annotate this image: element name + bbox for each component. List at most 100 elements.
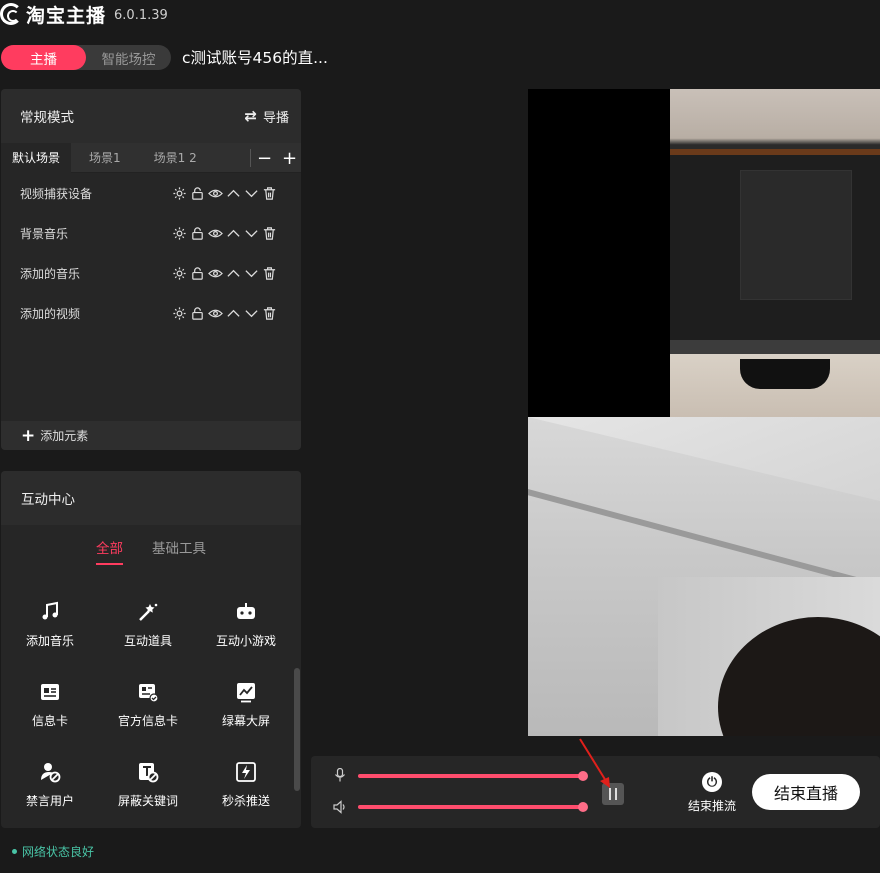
- move-down-icon[interactable]: [244, 226, 259, 241]
- annotation-arrow-icon: [579, 738, 610, 788]
- app-version: 6.0.1.39: [114, 7, 168, 23]
- delete-icon[interactable]: [262, 266, 277, 281]
- source-name: 背景音乐: [20, 226, 69, 241]
- speaker-volume-slider[interactable]: [358, 802, 588, 812]
- tool-label: 信息卡: [31, 714, 68, 728]
- camera-feed-monitor: [670, 89, 880, 417]
- magic-wand-icon: [136, 601, 160, 623]
- source-item[interactable]: 背景音乐: [1, 213, 301, 253]
- network-status: 网络状态良好: [12, 843, 94, 860]
- source-name: 添加的视频: [20, 306, 81, 321]
- add-element-button[interactable]: + 添加元素: [1, 421, 301, 450]
- eye-icon[interactable]: [208, 266, 223, 281]
- tab-basic-tools[interactable]: 基础工具: [152, 525, 206, 565]
- stop-push-button[interactable]: ⏻ 结束推流: [688, 772, 736, 814]
- tab-anchor[interactable]: 主播: [1, 45, 86, 70]
- source-name: 添加的音乐: [20, 266, 81, 281]
- tool-item[interactable]: 秒杀推送: [197, 761, 295, 809]
- move-down-icon[interactable]: [244, 186, 259, 201]
- tool-item[interactable]: 添加音乐: [1, 601, 99, 649]
- move-up-icon[interactable]: [226, 306, 241, 321]
- settings-icon[interactable]: [172, 306, 187, 321]
- move-down-icon[interactable]: [244, 306, 259, 321]
- tool-item[interactable]: 互动道具: [99, 601, 197, 649]
- tools-scrollbar[interactable]: [294, 668, 300, 791]
- tool-item[interactable]: 屏蔽关键词: [99, 761, 197, 809]
- scene-tab-1-2[interactable]: 场景1 2: [132, 143, 208, 173]
- tab-all[interactable]: 全部: [96, 525, 123, 565]
- mic-volume-slider[interactable]: [358, 771, 588, 781]
- mute-user-icon: [38, 761, 62, 783]
- flash-push-icon: [234, 761, 258, 783]
- speaker-volume-knob[interactable]: [578, 802, 588, 812]
- app-logo: 淘宝主播 6.0.1.39: [0, 0, 168, 28]
- tool-label: 官方信息卡: [117, 714, 178, 728]
- lock-icon[interactable]: [190, 226, 205, 241]
- source-item[interactable]: 添加的音乐: [1, 253, 301, 293]
- add-scene-icon[interactable]: +: [282, 143, 297, 173]
- end-live-button[interactable]: 结束直播: [752, 774, 860, 810]
- source-item[interactable]: 视频捕获设备: [1, 173, 301, 213]
- add-element-label: 添加元素: [40, 429, 89, 443]
- move-up-icon[interactable]: [226, 266, 241, 281]
- scene-tab-default[interactable]: 默认场景: [1, 142, 72, 173]
- scene-mode-title: 常规模式: [20, 110, 74, 126]
- speaker-icon[interactable]: [333, 800, 347, 814]
- microphone-icon[interactable]: [333, 768, 347, 782]
- settings-icon[interactable]: [172, 186, 187, 201]
- lock-icon[interactable]: [190, 306, 205, 321]
- tool-label: 屏蔽关键词: [117, 794, 178, 808]
- tool-item[interactable]: 绿幕大屏: [197, 681, 295, 729]
- taobao-live-logo-icon: [0, 3, 22, 25]
- move-up-icon[interactable]: [226, 226, 241, 241]
- tool-item[interactable]: 官方信息卡: [99, 681, 197, 729]
- network-status-label: 网络状态良好: [22, 845, 95, 859]
- eye-icon[interactable]: [208, 186, 223, 201]
- eye-icon[interactable]: [208, 306, 223, 321]
- app-name: 淘宝主播: [26, 4, 107, 27]
- clipped-tool-row: [25, 567, 275, 573]
- tool-label: 禁言用户: [25, 794, 74, 808]
- tool-item[interactable]: 禁言用户: [1, 761, 99, 809]
- interaction-tabs: 全部 基础工具: [1, 525, 301, 565]
- settings-icon[interactable]: [172, 226, 187, 241]
- delete-icon[interactable]: [262, 226, 277, 241]
- official-card-icon: [136, 681, 160, 703]
- camera-feed-person: [528, 417, 880, 736]
- move-up-icon[interactable]: [226, 186, 241, 201]
- source-item[interactable]: 添加的视频: [1, 293, 301, 333]
- scene-tabs: 默认场景 场景1 场景1 2 − +: [1, 142, 301, 173]
- stop-push-label: 结束推流: [688, 799, 737, 813]
- delete-icon[interactable]: [262, 306, 277, 321]
- scene-tab-1[interactable]: 场景1: [71, 143, 132, 173]
- tool-item[interactable]: 信息卡: [1, 681, 99, 729]
- source-actions: [172, 266, 277, 281]
- tools-grid: 添加音乐 互动道具 互动小游戏 信息卡 官方信息卡 绿幕大屏 禁言用户 屏蔽关键词 秒杀推送: [1, 601, 291, 809]
- game-controller-icon: [234, 601, 258, 623]
- swap-icon: ⇄: [244, 107, 257, 125]
- eye-icon[interactable]: [208, 226, 223, 241]
- monitor-image: [670, 149, 880, 354]
- tab-smart-control[interactable]: 智能场控: [86, 45, 171, 70]
- interaction-title: 互动中心: [1, 471, 301, 525]
- block-keyword-icon: [136, 761, 160, 783]
- plus-icon: +: [21, 425, 36, 446]
- source-actions: [172, 186, 277, 201]
- room-title: c测试账号456的直...: [182, 49, 328, 67]
- tab-divider: [250, 149, 251, 167]
- lock-icon[interactable]: [190, 266, 205, 281]
- tool-label: 秒杀推送: [221, 794, 270, 808]
- settings-icon[interactable]: [172, 266, 187, 281]
- delete-icon[interactable]: [262, 186, 277, 201]
- source-list: 视频捕获设备背景音乐添加的音乐添加的视频: [1, 173, 301, 333]
- live-preview[interactable]: [528, 89, 880, 736]
- move-down-icon[interactable]: [244, 266, 259, 281]
- source-actions: [172, 306, 277, 321]
- guide-label: 导播: [262, 110, 289, 126]
- guide-button[interactable]: ⇄ 导播: [244, 107, 289, 126]
- lock-icon[interactable]: [190, 186, 205, 201]
- tool-label: 互动道具: [123, 634, 172, 648]
- remove-scene-icon[interactable]: −: [257, 143, 272, 173]
- tool-item[interactable]: 互动小游戏: [197, 601, 295, 649]
- info-card-icon: [38, 681, 62, 703]
